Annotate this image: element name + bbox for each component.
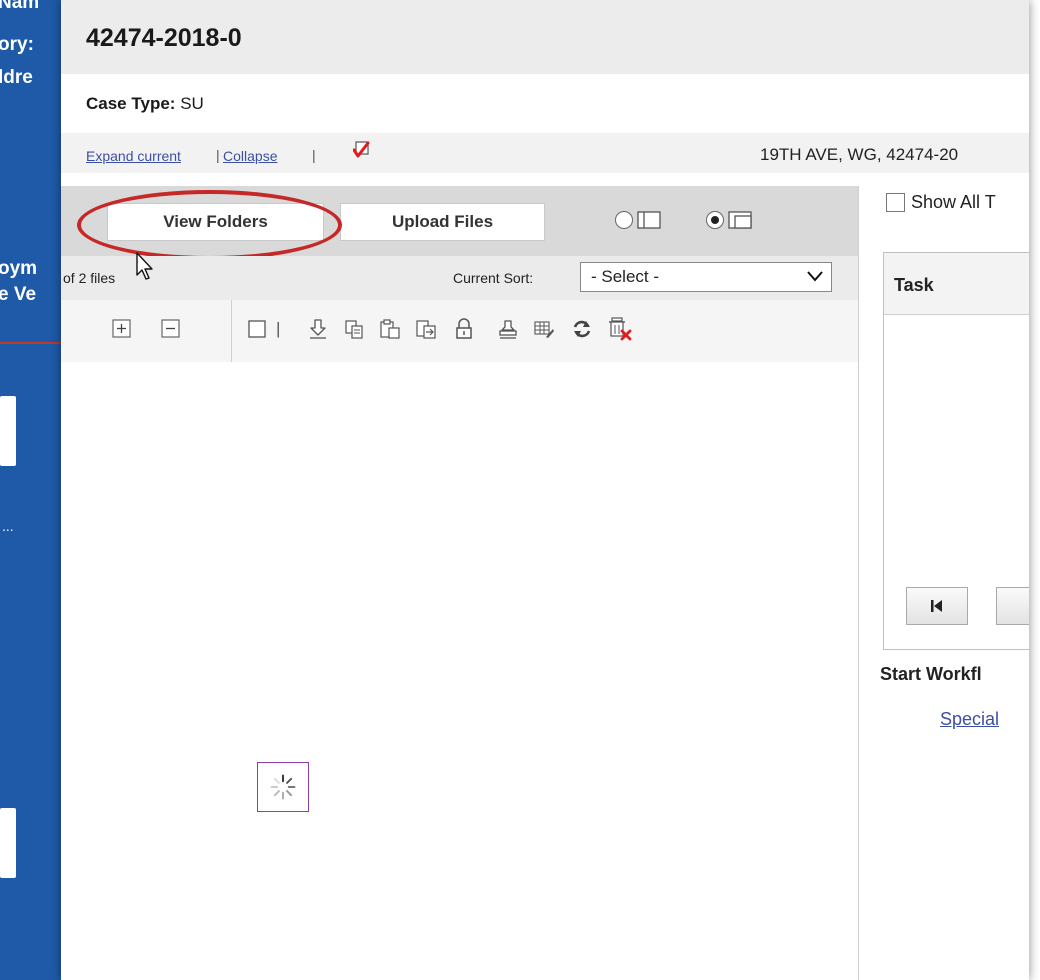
sort-select-value: - Select - <box>591 267 660 286</box>
first-page-button[interactable] <box>906 587 968 625</box>
delete-icon[interactable] <box>607 316 633 342</box>
tree-controls-row: Expand current | Collapse | 19TH AVE, WG… <box>61 133 1029 173</box>
case-modal: 42474-2018-0 Case Type: SU Expand curren… <box>61 0 1029 980</box>
documents-tab-bar: View Folders Upload Files <box>61 186 858 260</box>
mouse-cursor-icon <box>136 252 153 280</box>
background-divider <box>0 342 70 344</box>
toolbar-divider <box>231 300 232 362</box>
toolbar-separator: | <box>276 319 281 338</box>
refresh-icon[interactable] <box>571 318 593 340</box>
copy-icon[interactable] <box>343 318 365 340</box>
show-all-tasks-toggle[interactable]: Show All T <box>886 192 996 213</box>
background-fragment: oym <box>0 258 38 279</box>
background-field <box>0 396 16 466</box>
stamp-icon[interactable] <box>497 318 519 340</box>
task-grid: Task <box>883 252 1029 650</box>
view-mode-list-option[interactable] <box>615 210 661 230</box>
show-all-checkbox[interactable] <box>886 193 905 212</box>
view-mode-preview-option[interactable] <box>706 210 752 230</box>
lock-icon[interactable] <box>453 318 475 340</box>
chevron-down-icon <box>807 271 823 282</box>
files-count: of 2 files <box>63 270 116 286</box>
folder-tree-area <box>61 362 858 980</box>
case-number-title: 42474-2018-0 <box>86 24 242 52</box>
collapse-link[interactable]: Collapse <box>223 148 277 164</box>
list-layout-icon <box>637 211 661 229</box>
view-folders-button[interactable]: View Folders <box>107 203 324 241</box>
documents-panel: View Folders Upload Files of 2 files Cur… <box>61 186 859 980</box>
paste-icon[interactable] <box>379 318 401 340</box>
background-fragment: e Ve <box>0 284 37 305</box>
case-type-value: SU <box>180 94 204 113</box>
upload-files-button[interactable]: Upload Files <box>340 203 545 241</box>
case-address: 19TH AVE, WG, 42474-20 <box>760 145 959 164</box>
modal-title-bar: 42474-2018-0 <box>61 0 1029 74</box>
first-page-icon <box>931 600 942 612</box>
previous-page-button[interactable] <box>996 587 1029 625</box>
sort-bar: of 2 files Current Sort: - Select - <box>61 256 858 300</box>
radio-button[interactable] <box>615 211 633 229</box>
task-column-header[interactable]: Task <box>894 275 934 296</box>
background-field <box>0 808 16 878</box>
case-type: Case Type: SU <box>86 94 204 114</box>
show-all-label: Show All T <box>911 192 996 212</box>
document-toolbar: | <box>61 300 858 363</box>
preview-layout-icon <box>728 211 752 229</box>
background-fragment: ... <box>2 518 14 534</box>
download-icon[interactable] <box>307 318 329 340</box>
collapse-all-icon[interactable] <box>160 318 182 340</box>
expand-all-icon[interactable] <box>111 318 133 340</box>
special-workflow-link[interactable]: Special <box>940 709 999 730</box>
background-page-strip: Nam ory: ldre oym e Ve ... <box>0 0 70 980</box>
link-separator: | <box>216 147 220 163</box>
current-sort-label: Current Sort: <box>453 270 534 286</box>
edit-properties-icon[interactable] <box>533 318 555 340</box>
tasks-panel: Show All T Task Start Workfl Special <box>858 186 1029 980</box>
background-fragment: ory: <box>0 34 34 55</box>
case-type-label: Case Type: <box>86 94 176 113</box>
select-all-checkbox-icon[interactable] <box>247 318 269 340</box>
expand-current-link[interactable]: Expand current <box>86 148 181 164</box>
loading-spinner-icon <box>257 762 309 812</box>
background-fragment: ldre <box>0 67 33 88</box>
start-workflow-heading: Start Workfl <box>880 664 982 684</box>
task-grid-header: Task <box>884 253 1029 315</box>
sort-select[interactable]: - Select - <box>580 262 832 292</box>
checkmark-icon[interactable] <box>353 141 370 158</box>
move-icon[interactable] <box>415 318 437 340</box>
radio-button[interactable] <box>706 211 724 229</box>
link-separator: | <box>312 147 316 163</box>
background-fragment: Nam <box>0 0 40 13</box>
